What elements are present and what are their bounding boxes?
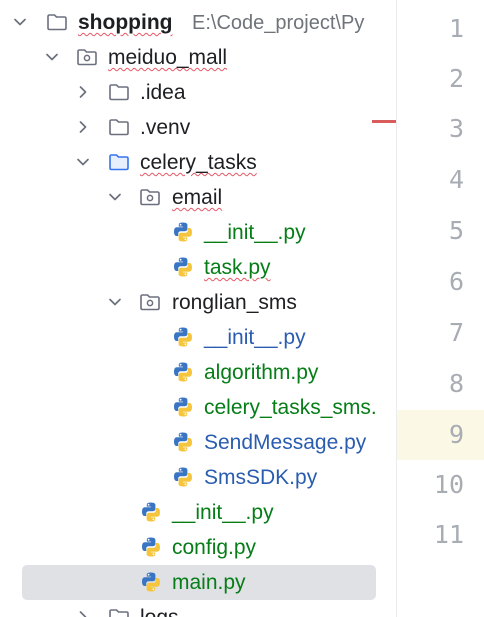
- line-number: 8: [448, 369, 464, 398]
- tree-label-celery-tasks: celery_tasks: [140, 151, 257, 174]
- chevron-down-icon[interactable]: [43, 48, 61, 66]
- line-number: 4: [448, 165, 464, 194]
- tree-label-ct-init: __init__.py: [172, 501, 274, 524]
- tree-row-email-init[interactable]: __init__.py: [0, 215, 396, 250]
- tree-label-ct-config: config.py: [172, 536, 257, 559]
- line-number: 1: [448, 14, 464, 43]
- python-file-icon: [140, 571, 162, 593]
- tree-label-meiduo-mall: meiduo_mall: [108, 46, 228, 69]
- tree-row-logs[interactable]: logs: [0, 600, 396, 617]
- tree-row-sms-smssdk[interactable]: SmsSDK.py: [0, 460, 396, 495]
- tree-label-shopping: shopping: [78, 11, 173, 34]
- tree-label-email-init: __init__.py: [204, 221, 306, 244]
- tree-label-sms-celery-tasks: celery_tasks_sms.: [204, 396, 377, 419]
- package-icon: [139, 291, 161, 313]
- line-number: 7: [448, 318, 464, 347]
- tree-row-ronglian-sms[interactable]: ronglian_sms: [0, 285, 396, 320]
- line-number: 11: [433, 520, 464, 549]
- tree-row-sms-init[interactable]: __init__.py: [0, 320, 396, 355]
- tree-row-venv[interactable]: .venv: [0, 110, 396, 145]
- chevron-right-icon[interactable]: [74, 83, 92, 101]
- python-file-icon: [172, 326, 194, 348]
- python-file-icon: [140, 501, 162, 523]
- package-icon: [139, 186, 161, 208]
- python-file-icon: [172, 361, 194, 383]
- chevron-down-icon[interactable]: [106, 188, 124, 206]
- chevron-down-icon[interactable]: [106, 293, 124, 311]
- python-file-icon: [172, 256, 194, 278]
- tree-row-ct-init[interactable]: __init__.py: [0, 495, 396, 530]
- tree-label-idea: .idea: [140, 81, 186, 104]
- tree-label-sms-init: __init__.py: [204, 326, 306, 349]
- tree-label-sms-sendmessage: SendMessage.py: [204, 431, 367, 454]
- tree-row-shopping[interactable]: shopping E:\Code_project\Py: [0, 5, 396, 40]
- tree-label-logs: logs: [140, 606, 179, 617]
- line-number: 5: [448, 216, 464, 245]
- folder-icon: [108, 116, 130, 138]
- tree-label-email: email: [172, 186, 223, 209]
- folder-icon: [108, 606, 130, 617]
- python-file-icon: [172, 466, 194, 488]
- tree-row-sms-sendmessage[interactable]: SendMessage.py: [0, 425, 396, 460]
- tree-label-venv: .venv: [140, 116, 191, 139]
- error-stripe-marker: [372, 120, 396, 123]
- tree-label-ct-main: main.py: [172, 571, 246, 594]
- tree-row-celery-tasks[interactable]: celery_tasks: [0, 145, 396, 180]
- chevron-right-icon[interactable]: [74, 118, 92, 136]
- tree-label-sms-smssdk: SmsSDK.py: [204, 466, 318, 489]
- tree-label-sms-algorithm: algorithm.py: [204, 361, 319, 384]
- line-number: 2: [448, 64, 464, 93]
- tree-label-email-task: task.py: [204, 256, 271, 279]
- folder-icon: [46, 11, 68, 33]
- tree-row-email[interactable]: email: [0, 180, 396, 215]
- python-file-icon: [172, 431, 194, 453]
- chevron-right-icon[interactable]: [74, 608, 92, 617]
- tree-row-idea[interactable]: .idea: [0, 75, 396, 110]
- folder-icon: [108, 151, 130, 173]
- project-path-hint: E:\Code_project\Py: [192, 12, 365, 34]
- line-number-current: 9: [448, 420, 464, 449]
- package-icon: [76, 46, 98, 68]
- tree-row-sms-celery-tasks[interactable]: celery_tasks_sms.: [0, 390, 396, 425]
- chevron-down-icon[interactable]: [11, 13, 29, 31]
- chevron-down-icon[interactable]: [74, 153, 92, 171]
- tree-row-ct-config[interactable]: config.py: [0, 530, 396, 565]
- tree-label-ronglian-sms: ronglian_sms: [172, 291, 297, 314]
- line-number: 3: [448, 114, 464, 143]
- line-number: 10: [433, 470, 464, 499]
- tree-row-ct-main[interactable]: main.py: [0, 565, 396, 600]
- line-number: 6: [448, 267, 464, 296]
- python-file-icon: [172, 396, 194, 418]
- python-file-icon: [172, 221, 194, 243]
- tree-row-sms-algorithm[interactable]: algorithm.py: [0, 355, 396, 390]
- python-file-icon: [140, 536, 162, 558]
- project-tree-panel: shopping E:\Code_project\Py meiduo_mall …: [0, 0, 396, 617]
- folder-icon: [108, 81, 130, 103]
- tree-row-meiduo-mall[interactable]: meiduo_mall: [0, 40, 396, 75]
- tree-row-email-task[interactable]: task.py: [0, 250, 396, 285]
